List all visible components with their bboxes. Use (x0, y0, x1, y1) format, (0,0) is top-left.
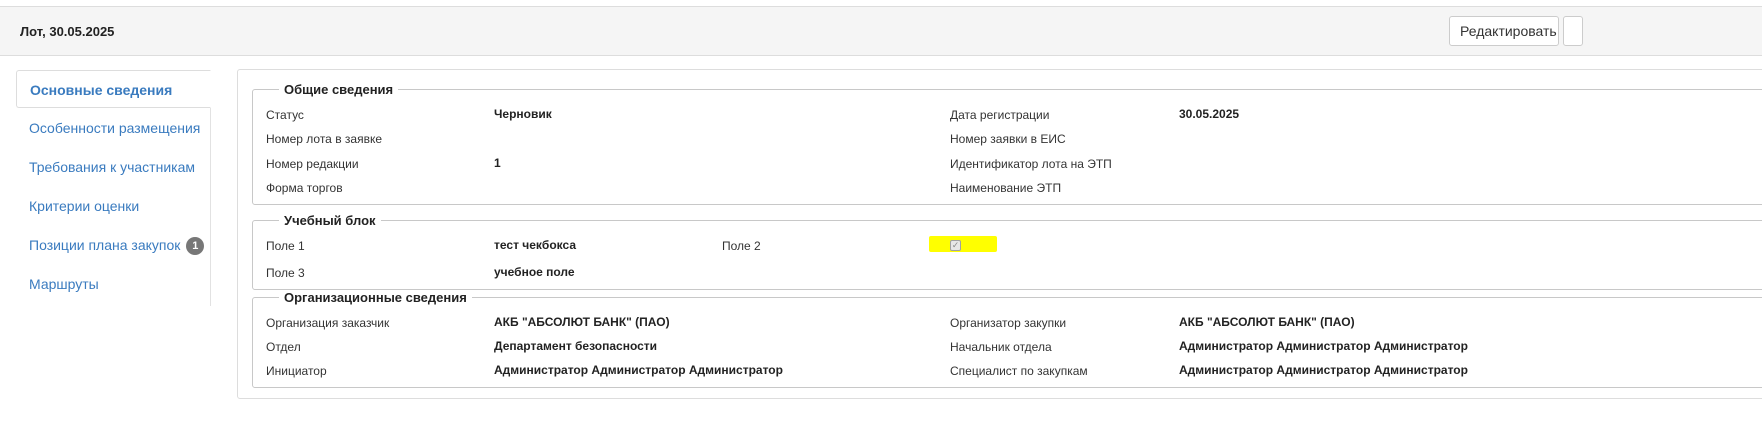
field1-label: Поле 1 (266, 239, 305, 253)
revision-label: Номер редакции (266, 157, 359, 171)
sidebar-item-label: Критерии оценки (29, 198, 140, 214)
initiator-value: Администратор Администратор Администрато… (494, 363, 783, 377)
field1-value: тест чекбокса (494, 238, 577, 252)
sidebar-item-label: Маршруты (29, 276, 99, 292)
more-actions-button[interactable] (1563, 16, 1583, 46)
dept-head-value: Администратор Администратор Администрато… (1179, 339, 1468, 353)
section-title: Организационные сведения (284, 290, 467, 305)
sidebar-item-participant-requirements[interactable]: Требования к участникам (16, 148, 210, 186)
lot-number-label: Номер лота в заявке (266, 132, 383, 146)
field2-checkbox[interactable]: ✓ (950, 240, 961, 251)
page-title: Лот, 30.05.2025 (20, 24, 115, 39)
sidebar-item-plan-positions[interactable]: Позиции плана закупок 1 (16, 226, 210, 264)
customer-value: АКБ "АБСОЛЮТ БАНК" (ПАО) (494, 315, 670, 329)
section-title: Общие сведения (284, 82, 394, 97)
dept-head-label: Начальник отдела (950, 340, 1052, 354)
organizer-label: Организатор закупки (950, 316, 1067, 330)
highlight-marker (929, 236, 997, 252)
etp-name-label: Наименование ЭТП (950, 181, 1062, 195)
customer-label: Организация заказчик (266, 316, 390, 330)
reg-date-label: Дата регистрации (950, 108, 1050, 122)
section-title: Учебный блок (284, 213, 376, 228)
initiator-label: Инициатор (266, 364, 327, 378)
revision-value: 1 (494, 156, 501, 170)
etp-lot-id-label: Идентификатор лота на ЭТП (950, 157, 1112, 171)
training-block-section: Учебный блок (252, 213, 1762, 290)
sidebar-nav: Основные сведения Особенности размещения… (16, 70, 211, 306)
page-header: Лот, 30.05.2025 Редактировать (0, 6, 1762, 56)
sidebar-item-placement-features[interactable]: Особенности размещения (16, 109, 210, 147)
sidebar-item-label: Особенности размещения (29, 120, 201, 136)
sidebar-item-basic-info[interactable]: Основные сведения (16, 70, 211, 108)
field3-value: учебное поле (494, 265, 575, 279)
sidebar-item-label: Позиции плана закупок (29, 237, 181, 253)
sidebar-item-label: Требования к участникам (29, 159, 195, 175)
specialist-label: Специалист по закупкам (950, 364, 1088, 378)
sidebar-item-label: Основные сведения (30, 82, 173, 98)
field2-label: Поле 2 (722, 239, 761, 253)
trade-form-label: Форма торгов (266, 181, 343, 195)
department-value: Департамент безопасности (494, 339, 658, 353)
specialist-value: Администратор Администратор Администрато… (1179, 363, 1468, 377)
status-label: Статус (266, 108, 304, 122)
sidebar-item-evaluation-criteria[interactable]: Критерии оценки (16, 187, 210, 225)
status-value: Черновик (494, 107, 552, 121)
sidebar-item-routes[interactable]: Маршруты (16, 265, 210, 303)
reg-date-value: 30.05.2025 (1179, 107, 1240, 121)
eis-number-label: Номер заявки в ЕИС (950, 132, 1066, 146)
field3-label: Поле 3 (266, 266, 305, 280)
count-badge: 1 (186, 237, 205, 255)
edit-button[interactable]: Редактировать (1449, 16, 1559, 46)
organizer-value: АКБ "АБСОЛЮТ БАНК" (ПАО) (1179, 315, 1355, 329)
department-label: Отдел (266, 340, 301, 354)
